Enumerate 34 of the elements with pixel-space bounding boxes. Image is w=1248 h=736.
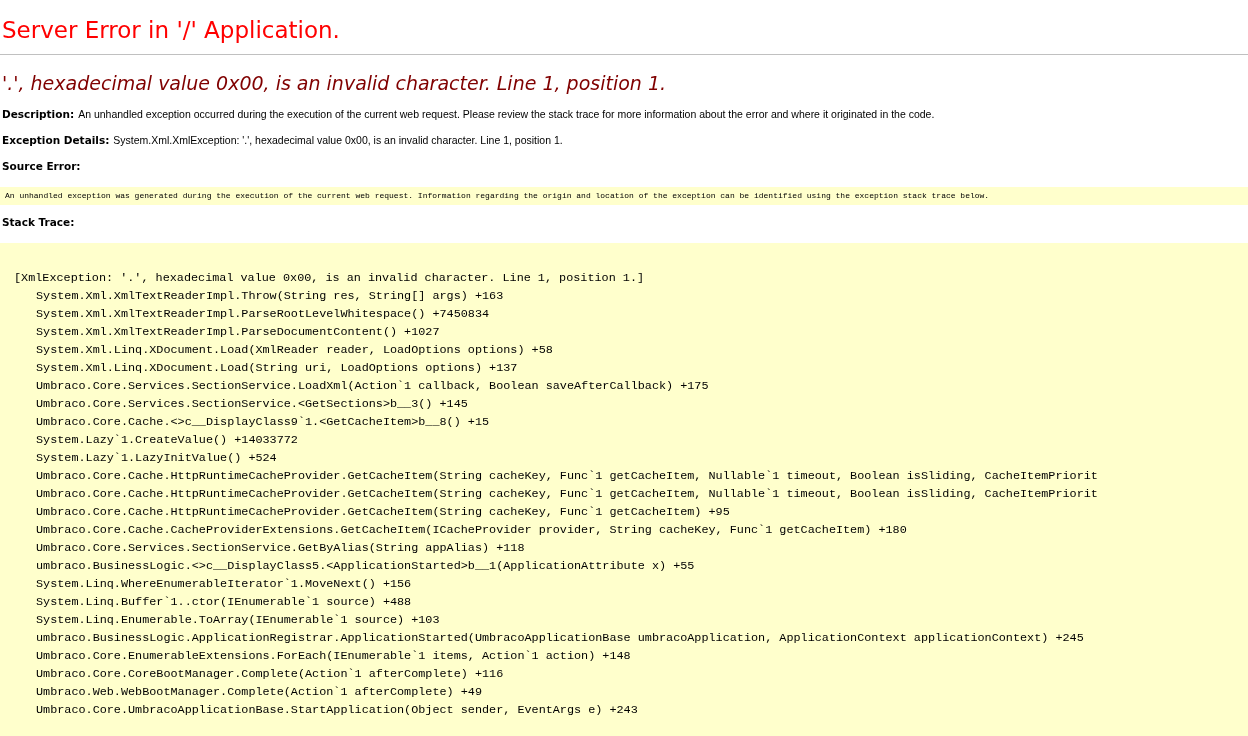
section-label: Source Error: bbox=[2, 160, 81, 172]
source-error-box: An unhandled exception was generated during the execution of the current web request. Information regarding the origin and location of the exception can be identified using the exception stack trace below. bbox=[0, 187, 1248, 205]
section-label: Stack Trace: bbox=[2, 216, 75, 228]
detail-text: System.Xml.XmlException: '.', hexadecimal value 0x00, is an invalid character. Line 1, position 1. bbox=[113, 134, 563, 146]
page-title: Server Error in '/' Application. bbox=[2, 16, 341, 45]
stack-trace-line: System.Xml.XmlTextReaderImpl.ParseRootLevelWhitespace() +7450834 bbox=[36, 307, 490, 321]
stack-trace-line: System.Xml.Linq.XDocument.Load(String uri, LoadOptions options) +137 bbox=[36, 361, 518, 375]
stack-trace-line: System.Xml.Linq.XDocument.Load(XmlReader reader, LoadOptions options) +58 bbox=[36, 343, 553, 357]
stack-trace-line: umbraco.BusinessLogic.<>c__DisplayClass5.<ApplicationStarted>b__1(ApplicationAttribute x) +55 bbox=[36, 559, 695, 573]
stack-trace-line: Umbraco.Core.Cache.HttpRuntimeCacheProvider.GetCacheItem(String cacheKey, Func`1 getCacheItem, Nullable`1 timeout, Boolean isSliding, CacheItemPriorit bbox=[36, 469, 1098, 483]
stack-trace-line: System.Linq.WhereEnumerableIterator`1.MoveNext() +156 bbox=[36, 577, 412, 591]
stack-trace-line: Umbraco.Core.Cache.CacheProviderExtensions.GetCacheItem(ICacheProvider provider, String cacheKey, Func`1 getCacheItem) +180 bbox=[36, 523, 907, 537]
stack-trace-line: Umbraco.Core.UmbracoApplicationBase.StartApplication(Object sender, EventArgs e) +243 bbox=[36, 703, 638, 717]
detail-label: Description: bbox=[2, 108, 75, 120]
stack-trace-line: System.Lazy`1.LazyInitValue() +524 bbox=[36, 451, 277, 465]
stack-trace-line: Umbraco.Core.Services.SectionService.<GetSections>b__3() +145 bbox=[36, 397, 468, 411]
stack-trace-line: System.Xml.XmlTextReaderImpl.ParseDocumentContent() +1027 bbox=[36, 325, 440, 339]
stack-trace-line: Umbraco.Core.Cache.HttpRuntimeCacheProvider.GetCacheItem(String cacheKey, Func`1 getCacheItem) +95 bbox=[36, 505, 730, 519]
detail-label: Exception Details: bbox=[2, 134, 110, 146]
stack-trace-line: System.Linq.Enumerable.ToArray(IEnumerable`1 source) +103 bbox=[36, 613, 440, 627]
stack-trace-line: Umbraco.Core.EnumerableExtensions.ForEach(IEnumerable`1 items, Action`1 action) +148 bbox=[36, 649, 631, 663]
stack-trace-line: [XmlException: '.', hexadecimal value 0x00, is an invalid character. Line 1, position 1.] bbox=[14, 271, 645, 285]
stack-trace-line: Umbraco.Core.Cache.<>c__DisplayClass9`1.<GetCacheItem>b__8() +15 bbox=[36, 415, 490, 429]
stack-trace-line: Umbraco.Web.WebBootManager.Complete(Action`1 afterComplete) +49 bbox=[36, 685, 482, 699]
stack-trace-line: Umbraco.Core.Services.SectionService.LoadXml(Action`1 callback, Boolean saveAfterCallback) +175 bbox=[36, 379, 709, 393]
stack-trace-line: Umbraco.Core.Cache.HttpRuntimeCacheProvider.GetCacheItem(String cacheKey, Func`1 getCacheItem, Nullable`1 timeout, Boolean isSliding, CacheItemPriorit bbox=[36, 487, 1098, 501]
stack-trace-line: System.Linq.Buffer`1..ctor(IEnumerable`1 source) +488 bbox=[36, 595, 412, 609]
detail-text: An unhandled exception occurred during the execution of the current web request. Please review the stack trace for more information about the error and where it originated in the code. bbox=[78, 108, 935, 120]
error-message: '.', hexadecimal value 0x00, is an invalid character. Line 1, position 1. bbox=[2, 71, 667, 96]
stack-trace-line: umbraco.BusinessLogic.ApplicationRegistrar.ApplicationStarted(UmbracoApplicationBase umbracoApplication, ApplicationContext applicationContext) +245 bbox=[36, 631, 1084, 645]
stack-trace-line: System.Xml.XmlTextReaderImpl.Throw(String res, String[] args) +163 bbox=[36, 289, 504, 303]
stack-trace-line: Umbraco.Core.Services.SectionService.GetByAlias(String appAlias) +118 bbox=[36, 541, 525, 555]
stack-trace-line: System.Lazy`1.CreateValue() +14033772 bbox=[36, 433, 298, 447]
stack-trace-line: Umbraco.Core.CoreBootManager.Complete(Action`1 afterComplete) +116 bbox=[36, 667, 504, 681]
